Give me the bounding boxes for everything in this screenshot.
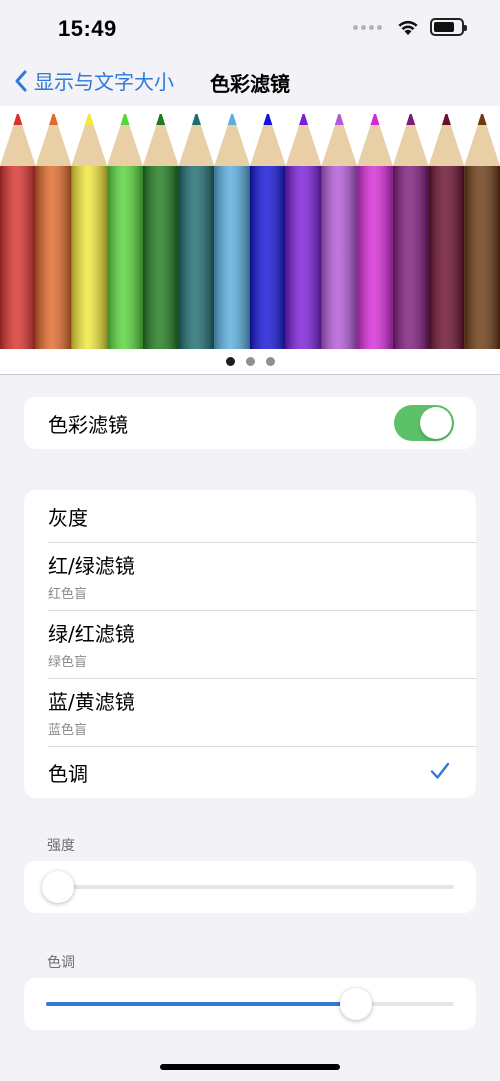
- filter-option-deuteranopia[interactable]: 绿/红滤镜 绿色盲: [24, 610, 476, 678]
- status-icons: [353, 18, 467, 36]
- hue-slider-card: [24, 978, 476, 1030]
- page-indicator[interactable]: [0, 349, 500, 375]
- filter-option-sublabel: 绿色盲: [48, 655, 88, 670]
- color-filter-toggle[interactable]: [394, 405, 454, 441]
- hue-slider[interactable]: [46, 988, 454, 1020]
- filter-option-label: 红/绿滤镜: [48, 554, 135, 578]
- page-title: 色彩滤镜: [210, 72, 290, 96]
- intensity-slider[interactable]: [42, 871, 454, 903]
- pencil: [428, 114, 465, 349]
- back-button-label: 显示与文字大小: [34, 70, 174, 94]
- pencil: [35, 114, 72, 349]
- color-filter-toggle-row[interactable]: 色彩滤镜: [24, 397, 476, 449]
- chevron-left-icon: [15, 70, 27, 91]
- filter-options-card: 灰度 红/绿滤镜 红色盲 绿/红滤镜 绿色盲 蓝/黄滤镜 蓝色盲 色调: [24, 490, 476, 798]
- hue-slider-fill: [46, 1002, 357, 1006]
- page-dot[interactable]: [265, 357, 275, 366]
- pencil: [71, 114, 108, 349]
- page-dot[interactable]: [225, 357, 235, 366]
- filter-option-label: 色调: [48, 761, 88, 786]
- pencil: [285, 114, 322, 349]
- pencil: [0, 114, 36, 349]
- hue-slider-thumb[interactable]: [340, 988, 373, 1020]
- filter-option-sublabel: 红色盲: [48, 587, 88, 602]
- pencil: [142, 114, 179, 349]
- intensity-section-label: 强度: [47, 838, 75, 854]
- back-button[interactable]: 显示与文字大小: [14, 66, 174, 95]
- pencil: [250, 114, 286, 349]
- toggle-knob: [420, 407, 452, 439]
- color-filter-toggle-card: 色彩滤镜: [24, 397, 476, 449]
- filter-option-tritanopia[interactable]: 蓝/黄滤镜 蓝色盲: [24, 678, 476, 746]
- color-pencils-preview[interactable]: [0, 106, 500, 349]
- intensity-slider-thumb[interactable]: [42, 871, 75, 903]
- pencil: [321, 114, 358, 349]
- pencil: [392, 114, 429, 349]
- filter-option-color-tint[interactable]: 色调: [24, 746, 476, 798]
- pencil: [214, 114, 250, 349]
- color-filter-toggle-label: 色彩滤镜: [48, 412, 128, 437]
- pencil: [107, 114, 143, 349]
- intensity-slider-card: [24, 861, 476, 913]
- filter-option-label: 蓝/黄滤镜: [48, 690, 135, 714]
- pencil: [178, 114, 215, 349]
- filter-option-label: 绿/红滤镜: [48, 622, 135, 646]
- cellular-signal-icon: [353, 24, 382, 30]
- pencil: [464, 114, 500, 349]
- filter-option-grayscale[interactable]: 灰度: [24, 490, 476, 542]
- wifi-icon: [398, 20, 418, 35]
- status-bar: 15:49: [0, 0, 500, 60]
- status-time: 15:49: [58, 16, 117, 41]
- navigation-bar: 显示与文字大小 色彩滤镜: [0, 60, 500, 104]
- battery-icon: [430, 18, 467, 36]
- page-dot[interactable]: [245, 357, 255, 366]
- filter-option-sublabel: 蓝色盲: [48, 723, 88, 738]
- home-indicator: [160, 1064, 340, 1070]
- pencils-image: [0, 114, 500, 349]
- checkmark-icon: [430, 762, 450, 779]
- filter-option-protanopia[interactable]: 红/绿滤镜 红色盲: [24, 542, 476, 610]
- hue-section-label: 色调: [47, 955, 75, 971]
- pencil: [357, 114, 393, 349]
- filter-option-label: 灰度: [48, 505, 88, 530]
